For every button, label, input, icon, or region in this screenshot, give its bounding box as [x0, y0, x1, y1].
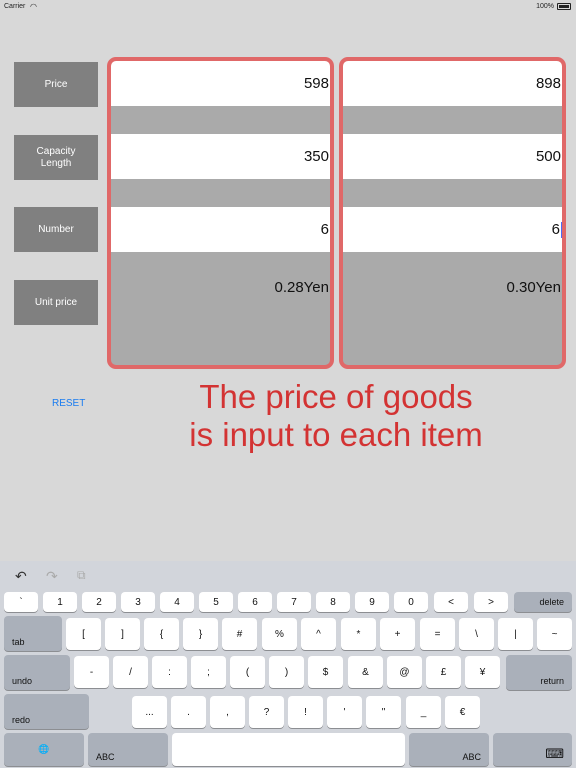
key-greater-than[interactable]: > [474, 592, 508, 612]
wifi-icon: ◠ [30, 2, 37, 11]
undo-icon[interactable]: ↶ [15, 568, 27, 585]
key-exclamation[interactable]: ! [288, 696, 323, 728]
abc-key-left[interactable]: ABC [88, 733, 168, 766]
key-euro[interactable]: € [445, 696, 480, 728]
abc-key-right[interactable]: ABC [409, 733, 489, 766]
battery-icon [557, 3, 571, 10]
return-key[interactable]: return [506, 655, 572, 690]
tab-key[interactable]: tab [4, 616, 62, 651]
undo-key[interactable]: undo [4, 655, 70, 690]
callout-line1: The price of goods [199, 378, 473, 415]
key-0[interactable]: 0 [394, 592, 428, 612]
reset-button[interactable]: RESET [52, 398, 85, 409]
redo-key[interactable]: redo [4, 694, 89, 729]
key-equals[interactable]: = [420, 618, 455, 650]
key-percent[interactable]: % [262, 618, 297, 650]
item1-highlight-frame [107, 57, 334, 369]
key-backtick[interactable]: ` [4, 592, 38, 612]
key-left-bracket[interactable]: [ [66, 618, 101, 650]
status-bar: Carrier ◠ 100% [0, 0, 576, 14]
key-9[interactable]: 9 [355, 592, 389, 612]
label-capacity-length: Capacity Length [14, 135, 98, 180]
key-1[interactable]: 1 [43, 592, 77, 612]
label-unit-price: Unit price [14, 280, 98, 325]
key-underscore[interactable]: _ [406, 696, 441, 728]
globe-icon[interactable]: 🌐 [4, 733, 84, 766]
key-tilde[interactable]: ~ [537, 618, 572, 650]
label-price: Price [14, 62, 98, 107]
battery-percentage: 100% [536, 3, 554, 10]
key-colon[interactable]: : [152, 656, 187, 688]
key-slash[interactable]: / [113, 656, 148, 688]
key-question[interactable]: ? [249, 696, 284, 728]
paste-icon[interactable]: ⧉ [77, 568, 86, 583]
key-semicolon[interactable]: ; [191, 656, 226, 688]
key-2[interactable]: 2 [82, 592, 116, 612]
key-5[interactable]: 5 [199, 592, 233, 612]
key-right-paren[interactable]: ) [269, 656, 304, 688]
key-less-than[interactable]: < [434, 592, 468, 612]
key-quote[interactable]: " [366, 696, 401, 728]
key-right-bracket[interactable]: ] [105, 618, 140, 650]
key-hash[interactable]: # [222, 618, 257, 650]
key-apostrophe[interactable]: ' [327, 696, 362, 728]
key-left-brace[interactable]: { [144, 618, 179, 650]
key-asterisk[interactable]: * [341, 618, 376, 650]
key-8[interactable]: 8 [316, 592, 350, 612]
key-7[interactable]: 7 [277, 592, 311, 612]
key-period[interactable]: . [171, 696, 206, 728]
key-yen[interactable]: ¥ [465, 656, 500, 688]
label-number: Number [14, 207, 98, 252]
delete-key[interactable]: delete [514, 592, 572, 612]
key-caret[interactable]: ^ [301, 618, 336, 650]
key-right-brace[interactable]: } [183, 618, 218, 650]
key-6[interactable]: 6 [238, 592, 272, 612]
key-pound[interactable]: £ [426, 656, 461, 688]
key-left-paren[interactable]: ( [230, 656, 265, 688]
key-4[interactable]: 4 [160, 592, 194, 612]
key-comma[interactable]: , [210, 696, 245, 728]
callout-line2: is input to each item [189, 416, 483, 453]
item2-highlight-frame [339, 57, 566, 369]
key-minus[interactable]: - [74, 656, 109, 688]
space-bar[interactable] [172, 733, 405, 766]
key-3[interactable]: 3 [121, 592, 155, 612]
key-pipe[interactable]: | [498, 618, 533, 650]
key-ampersand[interactable]: & [348, 656, 383, 688]
key-plus[interactable]: + [380, 618, 415, 650]
redo-icon[interactable]: ↷ [46, 568, 58, 585]
key-ellipsis[interactable]: ... [132, 696, 167, 728]
key-at[interactable]: @ [387, 656, 422, 688]
hide-keyboard-icon[interactable]: ⌨ [493, 733, 572, 766]
carrier-label: Carrier [4, 3, 26, 10]
key-backslash[interactable]: \ [459, 618, 494, 650]
key-dollar[interactable]: $ [308, 656, 343, 688]
